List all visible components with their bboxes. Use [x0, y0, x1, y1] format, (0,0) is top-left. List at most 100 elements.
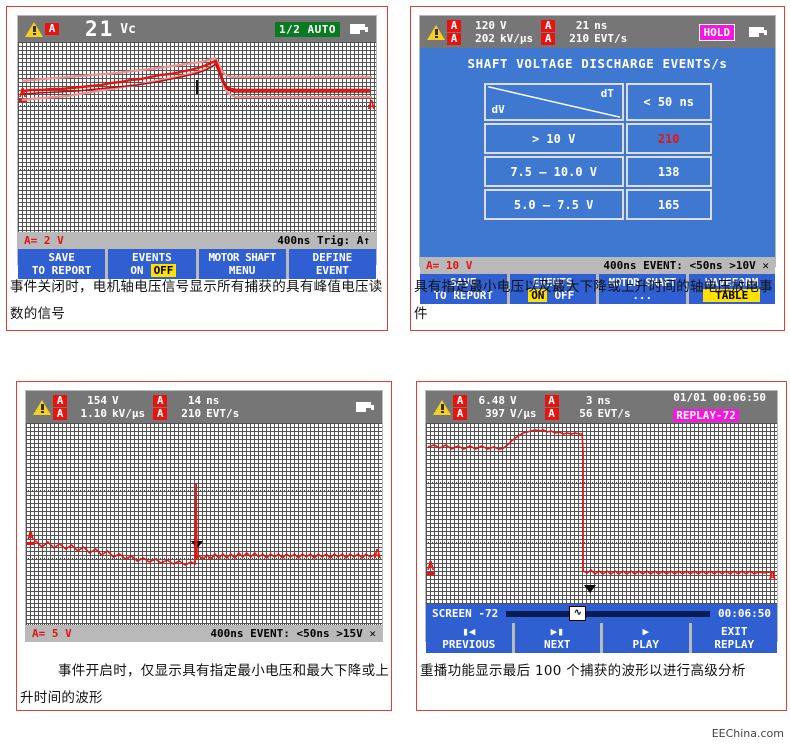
table-row-label: 5.0 – 7.5 V [483, 189, 624, 220]
channel-badge-a3: A [541, 19, 556, 32]
hold-mode-badge: HOLD [698, 23, 735, 41]
waveform-table-panel: SHAFT VOLTAGE DISCHARGE EVENTS/s dT dV <… [420, 48, 775, 257]
channel-badge-group-right: A A [544, 394, 559, 420]
softkey-label-line2: PLAY [632, 638, 660, 651]
channel-badge-a2: A [447, 32, 461, 45]
discharge-events-table: dT dV < 50 ns > 10 V 210 7.5 – 10.0 V 13… [482, 81, 714, 222]
replay-mode-badge: REPLAY-72 [673, 409, 739, 422]
reading-values-left: 120 202 [465, 19, 495, 45]
unit-events: EVT/s [594, 32, 628, 45]
info-strip-2: A= 10 V 400ns EVENT: <50ns >10V ✕ [420, 257, 775, 274]
skip-previous-icon: ▮◀ [462, 625, 476, 638]
primary-reading-value: 21 [85, 17, 115, 41]
channel-badge-a2: A [453, 407, 467, 420]
replay-slider-track[interactable]: ∿ [506, 605, 711, 621]
reading-units-left: V V/µs [510, 394, 537, 420]
info-strip-3: A= 5 V 400ns EVENT: <50ns >15V ✕ [26, 625, 382, 642]
unit-voltage: V [500, 19, 507, 32]
channel-badge-group-left: A A [453, 394, 467, 420]
graticule-4: A A [426, 423, 777, 604]
scope-screen-4: A A 6.48 397 V V/µs A A 3 56 ns EVT/s 01… [425, 390, 778, 653]
channel-badge-a4: A [153, 407, 168, 420]
battery-icon [356, 402, 374, 412]
reading-risetime: 21 [575, 19, 590, 32]
status-bar-1: A 21 Vc 1/2 AUTO [18, 16, 376, 42]
event-criteria-label: 400ns EVENT: <50ns >15V ✕ [210, 627, 376, 640]
waveform-trace-4 [427, 429, 776, 576]
unit-slew: V/µs [510, 407, 537, 420]
unit-events: EVT/s [597, 407, 631, 420]
graticule-1: A A [18, 42, 376, 232]
reading-values-right: 3 56 [563, 394, 593, 420]
caption-events-off: 事件关闭时，电机轴电压信号显示所有捕获的具有峰值电压读数的信号 [10, 279, 383, 322]
reading-units-right: ns EVT/s [598, 394, 631, 420]
replay-progress-bar[interactable]: SCREEN -72 ∿ 00:06:50 [426, 604, 777, 623]
warning-triangle-icon [427, 24, 445, 40]
table-corner-cell: dT dV [483, 83, 624, 121]
reading-voltage: 6.48 [478, 394, 506, 407]
channel-badge-a4: A [541, 32, 556, 45]
softkey-label-line1: EVENTS [132, 251, 172, 264]
warning-triangle-icon [33, 399, 51, 415]
reading-values-left: 6.48 397 [471, 394, 506, 420]
caption-waveform-table: 具有指定最小电压以及最大下降或上升时间的轴电压放电事件 [414, 279, 773, 322]
channel-badge-group-right: A A [153, 394, 168, 420]
table-row-axis-label: dV [491, 103, 505, 116]
reading-events-per-sec: 210 [181, 407, 202, 420]
acquisition-mode-badge: 1/2 AUTO [275, 21, 340, 37]
table-title: SHAFT VOLTAGE DISCHARGE EVENTS/s [467, 56, 728, 71]
channel-badge-group-left: A A [53, 394, 67, 420]
table-column-header: < 50 ns [625, 83, 712, 121]
channel-badge-group-right: A A [541, 19, 556, 45]
channel-badge-a1: A [53, 394, 67, 407]
replay-time-label: 00:06:50 [718, 607, 771, 620]
reading-values-right: 14 210 [171, 394, 201, 420]
reading-risetime: 3 [585, 394, 593, 407]
unit-events: EVT/s [206, 407, 240, 420]
softkey-label-line1: SAVE [48, 251, 75, 264]
softkey-exit-replay[interactable]: EXIT REPLAY [691, 623, 777, 653]
softkey-next[interactable]: ▶▮ NEXT [514, 623, 600, 653]
scope-screen-2: A A 120 202 V kV/µs A A 21 210 ns EVT/s … [419, 15, 776, 304]
table-row-value: 138 [625, 156, 712, 187]
table-col-axis-label: dT [600, 87, 614, 100]
unit-voltage: V [510, 394, 517, 407]
softkey-previous[interactable]: ▮◀ PREVIOUS [426, 623, 512, 653]
table-row-value: 165 [625, 189, 712, 220]
unit-risetime: ns [597, 394, 611, 407]
graticule-3: A A [26, 423, 382, 625]
channel-badge-a1: A [453, 394, 467, 407]
table-row: 5.0 – 7.5 V 165 [483, 189, 712, 220]
caption-replay: 重播功能显示最后 100 个捕获的波形以进行高级分析 [420, 663, 746, 679]
channel-badge-a3: A [153, 394, 168, 407]
reading-slew: 202 [475, 32, 495, 45]
table-row: > 10 V 210 [483, 123, 712, 154]
reading-voltage: 154 [87, 394, 107, 407]
table-row-value: 210 [625, 123, 712, 154]
replay-slider-knob-icon[interactable]: ∿ [569, 605, 587, 621]
softkey-label-line2: REPLAY [714, 638, 755, 651]
channel-badge-a1: A [447, 19, 461, 32]
table-header-row: dT dV < 50 ns [483, 83, 712, 121]
reading-units-right: ns EVT/s [594, 19, 627, 45]
battery-icon [350, 24, 368, 34]
reading-units-left: V kV/µs [112, 394, 145, 420]
channel-badge-a3: A [544, 394, 559, 407]
status-bar-4: A A 6.48 397 V V/µs A A 3 56 ns EVT/s 01… [426, 391, 777, 423]
play-icon: ▶ [642, 625, 650, 638]
softkey-label-line2: PREVIOUS [442, 638, 496, 651]
softkey-play[interactable]: ▶ PLAY [603, 623, 689, 653]
battery-icon [749, 27, 767, 37]
table-row-label: > 10 V [483, 123, 624, 154]
datetime-label: 01/01 00:06:50 [673, 391, 766, 404]
figure-sheet: A 21 Vc 1/2 AUTO A A A= 2 V 400ns Trig: … [0, 0, 790, 744]
reading-values-left: 154 1.10 [71, 394, 108, 420]
replay-screen-label: SCREEN -72 [432, 607, 499, 620]
channel-badge-a2: A [53, 407, 67, 420]
table-row: 7.5 – 10.0 V 138 [483, 156, 712, 187]
status-bar-3: A A 154 1.10 V kV/µs A A 14 210 ns EVT/s [26, 391, 382, 423]
reading-events-per-sec: 56 [579, 407, 593, 420]
channel-badge-a4: A [544, 407, 559, 420]
reading-slew: 397 [485, 407, 505, 420]
softkey-label-line1: EXIT [721, 625, 748, 638]
